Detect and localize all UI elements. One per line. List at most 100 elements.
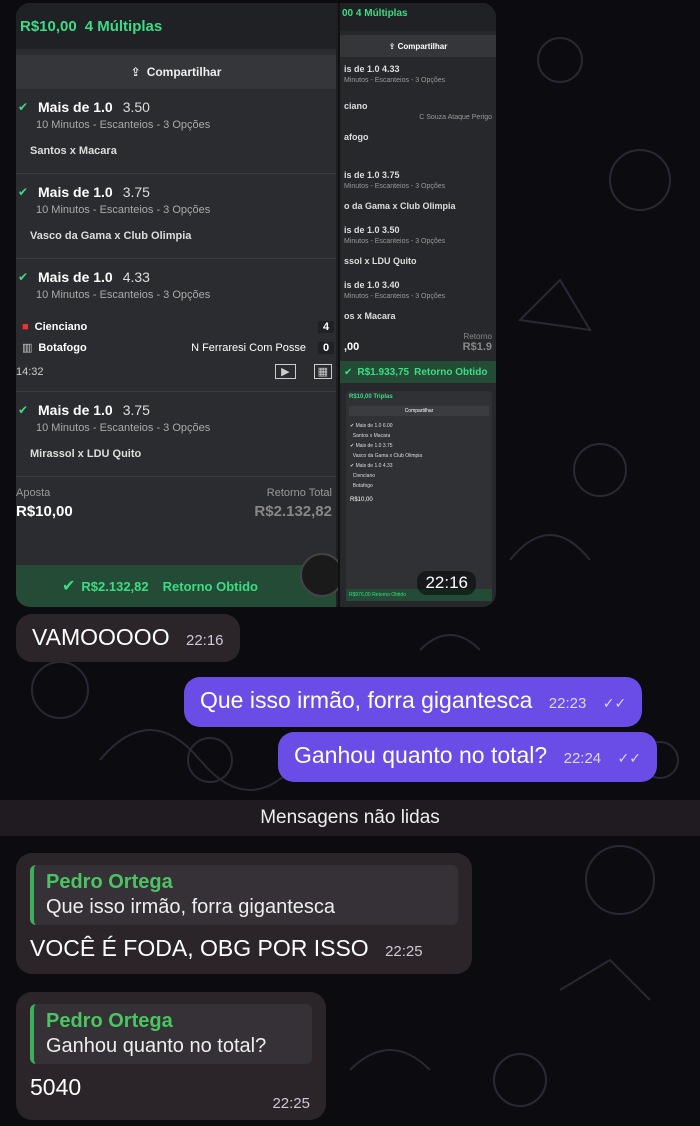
incoming-reply-message[interactable]: Pedro Ortega Ganhou quanto no total? 504… bbox=[16, 992, 326, 1120]
read-ticks-icon: ✓✓ bbox=[617, 750, 642, 766]
incoming-reply-message[interactable]: Pedro Ortega Que isso irmão, forra gigan… bbox=[16, 853, 472, 974]
stake-header: R$10,00 bbox=[20, 17, 77, 35]
second-sub: Minutos - Escanteios - 3 Opções bbox=[344, 183, 446, 190]
third-bet-screenshot: R$10,00 Triplas Compartilhar ✔ Mais de 1… bbox=[346, 391, 492, 601]
stake-labels: Aposta Retorno Total bbox=[16, 477, 336, 499]
share-label: Compartilhar bbox=[146, 65, 222, 79]
team-name: Cienciano bbox=[34, 321, 88, 333]
read-ticks-icon: ✓✓ bbox=[602, 695, 627, 711]
reply-author: Pedro Ortega bbox=[46, 1010, 173, 1032]
leg-match: Vasco da Gama x Club Olimpia bbox=[30, 230, 192, 242]
return-value: R$2.132,82 bbox=[254, 503, 332, 520]
check-circle-icon: ✔ bbox=[62, 578, 76, 595]
second-line: ciano bbox=[344, 101, 368, 111]
leg-market: Mais de 1.0 bbox=[38, 184, 113, 200]
mini-stake: R$10,00 bbox=[350, 497, 373, 503]
stats-icon: ▦ bbox=[313, 364, 332, 379]
message-time: 22:16 bbox=[185, 632, 224, 649]
second-line: afogo bbox=[344, 132, 369, 142]
second-line: os x Macara bbox=[344, 311, 396, 321]
leg-detail: 10 Minutos - Escanteios - 3 Opções bbox=[36, 119, 211, 131]
share-button: ⇪ Compartilhar bbox=[340, 35, 496, 57]
check-circle-icon: ✔ bbox=[344, 366, 353, 378]
return-value: R$1.9 bbox=[462, 341, 492, 353]
won-bar: ✔ R$2.132,82 Retorno Obtido bbox=[16, 565, 336, 607]
message-text: 5040 bbox=[30, 1074, 82, 1100]
reply-quote: Ganhou quanto no total? bbox=[46, 1035, 267, 1057]
share-button: ⇪ Compartilhar bbox=[16, 55, 336, 89]
won-text: Retorno Obtido bbox=[162, 578, 258, 594]
message-time: 22:23 bbox=[548, 695, 587, 712]
bet-slip-screenshot: R$10,00 4 Múltiplas ⇪ Compartilhar ✔ Mai… bbox=[16, 3, 344, 607]
check-icon: ✔ bbox=[18, 100, 29, 114]
bet-leg: ✔ Mais de 1.0 3.75 10 Minutos - Escantei… bbox=[16, 174, 336, 259]
return-label: Retorno Total bbox=[266, 487, 332, 499]
second-line: is de 1.0 4.33 bbox=[344, 64, 400, 74]
won-amount: R$2.132,82 bbox=[81, 578, 149, 594]
mini-legs: ✔ Mais de 1.0 6.00 Santos x Macara ✔ Mais… bbox=[350, 423, 423, 489]
leg-detail: 10 Minutos - Escanteios - 3 Opções bbox=[36, 204, 211, 216]
bet-leg: ✔ Mais de 1.0 4.33 10 Minutos - Escantei… bbox=[16, 259, 336, 392]
leg-odd: 3.75 bbox=[122, 184, 150, 200]
reply-quote: Que isso irmão, forra gigantesca bbox=[46, 896, 336, 918]
shirt-icon: ■ bbox=[22, 321, 29, 333]
check-icon: ✔ bbox=[18, 403, 29, 417]
message-time: 22:24 bbox=[563, 750, 602, 767]
bet-header: R$10,00 4 Múltiplas bbox=[16, 3, 336, 49]
outgoing-message[interactable]: Ganhou quanto no total? 22:24 ✓✓ bbox=[278, 732, 658, 782]
second-sub: C Souza Ataque Perigo bbox=[419, 114, 492, 121]
second-header: 00 4 Múltiplas bbox=[340, 3, 496, 31]
share-icon: ⇪ bbox=[130, 65, 141, 79]
unread-divider: Mensagens não lidas bbox=[0, 800, 700, 836]
quoted-message[interactable]: Pedro Ortega Ganhou quanto no total? bbox=[30, 1004, 312, 1064]
second-line: ssol x LDU Quito bbox=[344, 256, 417, 266]
team-name: Botafogo bbox=[38, 341, 87, 354]
return-label: Retorno bbox=[463, 332, 492, 341]
second-bet-screenshot: 00 4 Múltiplas ⇪ Compartilhar is de 1.0 … bbox=[338, 3, 496, 607]
live-event: N Ferraresi Com Posse bbox=[191, 341, 306, 354]
second-line: is de 1.0 3.50 bbox=[344, 225, 400, 235]
leg-match: Santos x Macara bbox=[30, 145, 117, 157]
check-icon: ✔ bbox=[18, 270, 29, 284]
bet-leg: ✔ Mais de 1.0 3.50 10 Minutos - Escantei… bbox=[16, 89, 336, 174]
mini-share: Compartilhar bbox=[349, 406, 489, 416]
stake-label: Aposta bbox=[16, 487, 51, 499]
second-line: o da Gama x Club Olimpia bbox=[344, 201, 456, 211]
outgoing-message[interactable]: Que isso irmão, forra gigantesca 22:23 ✓… bbox=[184, 677, 643, 727]
image-time: 22:16 bbox=[417, 571, 476, 595]
leg-market: Mais de 1.0 bbox=[38, 269, 113, 285]
team-score: 4 bbox=[318, 321, 334, 333]
live-team-row: ■ Cienciano 4 bbox=[16, 317, 336, 337]
leg-match: Mirassol x LDU Quito bbox=[30, 448, 142, 460]
won-amount: R$1.933,75 bbox=[357, 366, 410, 378]
second-sub: Minutos - Escanteios - 3 Opções bbox=[344, 77, 446, 84]
shirt-icon: ▥ bbox=[22, 342, 33, 354]
message-text: VOCÊ É FODA, OBG POR ISSO bbox=[30, 935, 369, 961]
mini-header: R$10,00 Triplas bbox=[349, 394, 393, 400]
stake-values: R$10,00 R$2.132,82 bbox=[16, 499, 336, 520]
stake-value: ,00 bbox=[344, 341, 360, 353]
leg-detail: 10 Minutos - Escanteios - 3 Opções bbox=[36, 289, 211, 301]
live-team-row: ▥ Botafogo N Ferraresi Com Posse 0 bbox=[16, 337, 336, 358]
bet-leg: ✔ Mais de 1.0 3.75 10 Minutos - Escantei… bbox=[16, 392, 336, 477]
image-message[interactable]: R$10,00 4 Múltiplas ⇪ Compartilhar ✔ Mai… bbox=[16, 3, 496, 607]
message-text: Ganhou quanto no total? bbox=[294, 742, 548, 768]
leg-odd: 4.33 bbox=[122, 269, 150, 285]
reply-author: Pedro Ortega bbox=[46, 871, 173, 893]
quoted-message[interactable]: Pedro Ortega Que isso irmão, forra gigan… bbox=[30, 865, 458, 925]
share-icon: ⇪ bbox=[388, 41, 398, 51]
second-sub: Minutos - Escanteios - 3 Opções bbox=[344, 293, 446, 300]
team-score: 0 bbox=[318, 341, 334, 354]
message-text: VAMOOOOO bbox=[32, 624, 170, 650]
second-line: is de 1.0 3.75 bbox=[344, 170, 400, 180]
message-time: 22:25 bbox=[272, 1095, 310, 1112]
won-bar: ✔ R$1.933,75 Retorno Obtido bbox=[340, 361, 496, 383]
leg-market: Mais de 1.0 bbox=[38, 99, 113, 115]
incoming-message[interactable]: VAMOOOOO 22:16 bbox=[16, 614, 240, 662]
leg-odd: 3.50 bbox=[122, 99, 150, 115]
share-label: Compartilhar bbox=[397, 41, 448, 51]
play-icon: ▶ bbox=[275, 364, 296, 379]
leg-detail: 10 Minutos - Escanteios - 3 Opções bbox=[36, 422, 211, 434]
won-text: Retorno Obtido bbox=[414, 366, 488, 378]
bet-kind: 4 Múltiplas bbox=[84, 17, 163, 35]
